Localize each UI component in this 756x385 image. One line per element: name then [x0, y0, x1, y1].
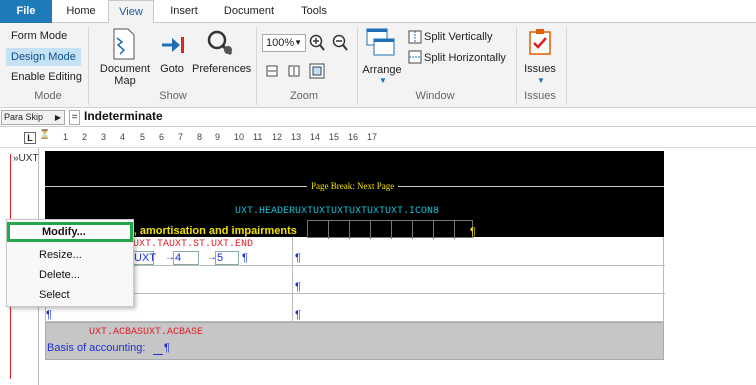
page-width-icon[interactable]	[265, 64, 279, 81]
preferences-icon[interactable]	[206, 29, 236, 62]
ruler-mark: 15	[329, 132, 340, 142]
pilcrow: ¶	[295, 281, 301, 293]
ruler-mark: 16	[348, 132, 359, 142]
separator	[256, 27, 257, 105]
basis-block[interactable]: UXT.ACBASUXT.ACBASE Basis of accounting:…	[45, 322, 664, 360]
page-break-label: Page Break: Next Page	[307, 181, 399, 191]
tab-file[interactable]: File	[0, 0, 52, 23]
issues-button[interactable]: Issues	[520, 63, 560, 75]
menu-item-select[interactable]: Select	[7, 285, 133, 305]
header-field[interactable]: UXT.HEADERUXTUXTUXTUXTUXTUXT.ICON8	[235, 206, 439, 217]
split-horizontally-button[interactable]: Split Horizontally	[424, 52, 514, 64]
ruler-mark: 1	[63, 132, 69, 142]
field-num-4[interactable]: 4	[173, 251, 199, 265]
goto-label[interactable]: Goto	[155, 63, 189, 75]
basis-field[interactable]	[153, 342, 163, 355]
pilcrow: ¶	[46, 309, 52, 321]
group-label-show: Show	[159, 90, 187, 102]
separator	[566, 27, 567, 105]
enable-editing-button[interactable]: Enable Editing	[6, 68, 87, 86]
split-horizontally-icon[interactable]	[408, 50, 422, 67]
document-map-icon[interactable]	[111, 28, 137, 63]
arrange-label[interactable]: Arrange	[360, 64, 404, 76]
formula-bar: Para Skip ▶ = Indeterminate	[0, 108, 756, 127]
chevron-right-icon: ▶	[54, 113, 61, 122]
ruler-mark: 2	[82, 132, 88, 142]
ribbon-tabs: File Home View Insert Document Tools	[0, 0, 756, 24]
field-uxt[interactable]: UXT	[132, 251, 156, 265]
zoom-out-icon[interactable]	[332, 34, 348, 55]
separator	[516, 27, 517, 105]
header-block[interactable]: Page Break: Next Page UXT.HEADERUXTUXTUX…	[45, 151, 664, 239]
whole-page-icon[interactable]	[287, 64, 301, 81]
chevron-down-icon[interactable]: ▼	[537, 76, 545, 85]
ribbon: Form Mode Design Mode Enable Editing Mod…	[0, 23, 756, 108]
ruler-mark: 7	[178, 132, 184, 142]
ruler-mark: 4	[120, 132, 126, 142]
icon-cells	[307, 220, 473, 239]
pilcrow: ¶	[295, 252, 301, 264]
tab-view[interactable]: View	[108, 0, 154, 24]
split-vertically-icon[interactable]	[408, 30, 422, 47]
field-tau[interactable]: UXT.TAUXT.ST.UXT.END	[133, 239, 253, 250]
goto-icon[interactable]	[161, 35, 187, 58]
ruler-mark: 17	[367, 132, 378, 142]
zoom-value: 100%	[266, 37, 295, 49]
pilcrow: ¶	[164, 342, 170, 354]
issues-icon[interactable]	[528, 28, 552, 59]
indent-marker-icon[interactable]: ⏳	[39, 129, 50, 140]
ruler: L ⏳ 1 2 3 4 5 6 7 8 9 10 11 12 13 14 15 …	[0, 129, 756, 148]
pilcrow: ¶	[242, 252, 248, 264]
separator	[88, 27, 89, 105]
style-select[interactable]: Para Skip ▶	[1, 110, 65, 125]
form-mode-button[interactable]: Form Mode	[6, 27, 72, 45]
ruler-mark: 9	[215, 132, 221, 142]
group-label-issues: Issues	[524, 90, 556, 102]
tab-stop-selector[interactable]: L	[24, 132, 36, 144]
group-label-window: Window	[415, 90, 455, 102]
context-menu: Modify... Resize... Delete... Select	[6, 219, 134, 307]
ruler-mark: 14	[310, 132, 321, 142]
basis-text[interactable]: Basis of accounting:	[47, 342, 145, 354]
margin-tag: »UXT	[13, 153, 39, 164]
ruler-mark: 8	[197, 132, 203, 142]
ruler-mark: 5	[140, 132, 146, 142]
preferences-label[interactable]: Preferences	[192, 63, 251, 75]
ruler-mark: 12	[272, 132, 283, 142]
group-label-mode: Mode	[34, 90, 62, 102]
ruler-mark: 11	[253, 132, 263, 142]
menu-item-resize[interactable]: Resize...	[7, 245, 133, 265]
chevron-down-icon: ▼	[294, 38, 302, 47]
arrange-icon[interactable]	[366, 28, 396, 61]
tab-home[interactable]: Home	[58, 0, 104, 23]
pilcrow: ¶	[295, 309, 301, 321]
separator	[357, 27, 358, 105]
menu-item-modify[interactable]: Modify...	[7, 222, 133, 242]
field-num-5[interactable]: 5	[215, 251, 239, 265]
formula-value[interactable]: Indeterminate	[84, 109, 163, 123]
menu-item-delete[interactable]: Delete...	[7, 265, 133, 285]
group-label-zoom: Zoom	[289, 90, 319, 102]
ruler-mark: 13	[291, 132, 302, 142]
design-mode-button[interactable]: Design Mode	[6, 48, 81, 66]
zoom-select[interactable]: 100% ▼	[262, 34, 306, 52]
zoom-in-icon[interactable]	[309, 34, 325, 55]
equals-sign: =	[69, 110, 80, 125]
tab-document[interactable]: Document	[214, 0, 284, 23]
split-vertically-button[interactable]: Split Vertically	[424, 31, 504, 43]
field-acbase[interactable]: UXT.ACBASUXT.ACBASE	[89, 327, 203, 338]
chevron-down-icon[interactable]: ▼	[379, 76, 387, 85]
ruler-mark: 3	[101, 132, 107, 142]
fit-page-icon[interactable]	[309, 63, 325, 82]
style-value: Para Skip	[4, 112, 44, 122]
tab-tools[interactable]: Tools	[290, 0, 338, 23]
ruler-mark: 6	[159, 132, 165, 142]
heading-text[interactable]: n, amortisation and impairments	[127, 225, 297, 237]
document-map-label[interactable]: Document Map	[98, 63, 152, 87]
tab-insert[interactable]: Insert	[160, 0, 208, 23]
ruler-mark: 10	[234, 132, 245, 142]
